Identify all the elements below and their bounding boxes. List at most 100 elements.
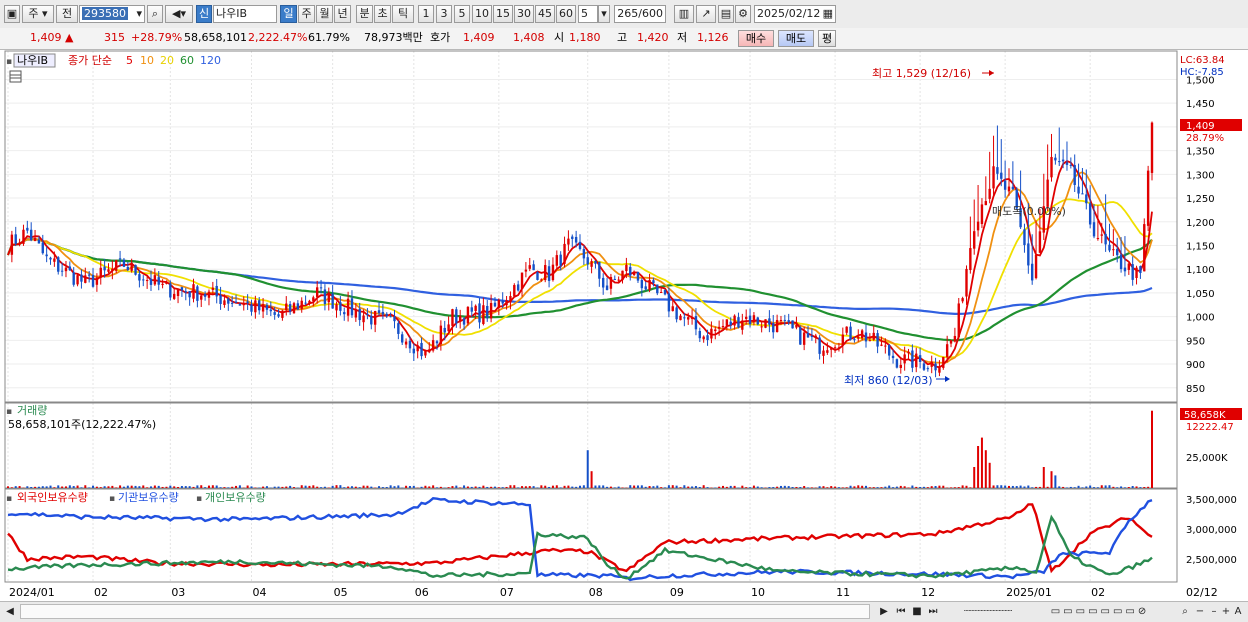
search-icon[interactable]: ⌕ — [147, 5, 163, 23]
volume-bar — [533, 486, 535, 488]
period-day[interactable]: 일 — [280, 5, 297, 23]
stock-chart[interactable]: 1,5001,4501,4001,3501,3001,2501,2001,150… — [4, 50, 1248, 602]
line-icon[interactable]: – — [1208, 604, 1220, 619]
scroll-track[interactable] — [20, 604, 870, 619]
interval-1[interactable]: 1 — [418, 5, 434, 23]
sell-button[interactable]: 매도 — [778, 30, 814, 47]
candle-body — [1135, 268, 1137, 278]
stock-name-field[interactable]: 나우IB — [213, 5, 277, 23]
scrollbar[interactable]: ◀ ▶ ⏮ ■ ⏭ ┈┈┈┈┈┈┈┈ ▭▭▭▭▭▭▭⊘ ⌕ − – + A — [0, 601, 1248, 622]
scroll-right-icon[interactable]: ▶ — [878, 604, 890, 619]
text-a-icon[interactable]: A — [1232, 604, 1244, 619]
volume-bar — [529, 486, 531, 488]
save-icon[interactable]: ▤ — [718, 5, 734, 23]
stop-icon[interactable]: ■ — [910, 604, 924, 619]
date-field[interactable]: 2025/02/12▦ — [754, 5, 836, 23]
interval-dropdown-icon[interactable]: ▾ — [598, 5, 610, 23]
volume-last: 58,658K — [1184, 410, 1226, 421]
candle-body — [981, 204, 983, 224]
candle-body — [873, 333, 875, 340]
screen-icon[interactable]: ▣ — [4, 5, 20, 23]
price-tick-label: 1,150 — [1186, 241, 1215, 252]
volume-bar — [807, 487, 809, 488]
candle-body — [1093, 222, 1095, 236]
candle-body — [1004, 181, 1006, 190]
interval-input[interactable]: 5 — [578, 5, 598, 23]
interval-3[interactable]: 3 — [436, 5, 452, 23]
volume-bar — [981, 438, 983, 488]
x-axis-label: 03 — [171, 586, 185, 599]
volume-bar — [587, 450, 589, 488]
period-second[interactable]: 초 — [374, 5, 391, 23]
candle-body — [216, 286, 218, 296]
minus-icon[interactable]: − — [1194, 604, 1206, 619]
candle-body — [996, 167, 998, 174]
candle-body — [88, 275, 90, 276]
candle-body — [335, 304, 337, 310]
first-icon[interactable]: ⏮ — [894, 604, 908, 619]
scroll-left-icon[interactable]: ◀ — [4, 604, 16, 619]
volume-bar — [227, 487, 229, 488]
tool-icons[interactable]: ▭▭▭▭▭▭▭⊘ — [1030, 604, 1170, 619]
candle-body — [540, 279, 542, 280]
period-tick[interactable]: 틱 — [392, 5, 414, 23]
candle-body — [695, 316, 697, 329]
candle-body — [838, 347, 840, 348]
volume-bar — [42, 486, 44, 488]
high-price: 1,420 — [637, 28, 669, 48]
volume-bar — [1132, 486, 1134, 488]
volume-bar — [780, 486, 782, 488]
candle-body — [915, 354, 917, 368]
volume-bar — [857, 485, 859, 488]
period-week[interactable]: 주 — [298, 5, 315, 23]
interval-30[interactable]: 30 — [514, 5, 534, 23]
candle-icon[interactable]: ▥ — [674, 5, 694, 23]
x-axis-label: 11 — [836, 586, 850, 599]
interval-15[interactable]: 15 — [493, 5, 513, 23]
interval-5[interactable]: 5 — [454, 5, 470, 23]
speaker-icon[interactable]: ◀▾ — [165, 5, 193, 23]
candle-body — [745, 317, 747, 319]
volume-bar — [26, 486, 28, 488]
zoom-icon[interactable]: ⌕ — [1178, 604, 1192, 619]
stock-code-input[interactable]: 293580▾ — [79, 5, 145, 23]
volume-bar — [884, 487, 886, 488]
new-badge[interactable]: 신 — [196, 5, 212, 23]
volume-bar — [1031, 487, 1033, 488]
last-icon[interactable]: ⏭ — [926, 604, 940, 619]
count-field[interactable]: 265/600 — [614, 5, 666, 23]
type2-select[interactable]: 전 — [56, 5, 78, 23]
ma10-label: 10 — [140, 54, 154, 67]
candle-body — [30, 230, 32, 240]
zoom-slider[interactable]: ┈┈┈┈┈┈┈┈ — [948, 604, 1028, 619]
x-axis-label: 02 — [94, 586, 108, 599]
volume-bar — [359, 487, 361, 488]
plus-icon[interactable]: + — [1220, 604, 1232, 619]
volume-bar — [722, 486, 724, 488]
gear-icon[interactable]: ⚙ — [735, 5, 751, 23]
buy-button[interactable]: 매수 — [738, 30, 774, 47]
volume-bar — [888, 486, 890, 488]
volume-bar — [301, 485, 303, 488]
period-year[interactable]: 년 — [334, 5, 351, 23]
candle-body — [903, 354, 905, 363]
volume-bar — [1070, 487, 1072, 488]
period-minute[interactable]: 분 — [356, 5, 373, 23]
x-axis-label: 06 — [415, 586, 429, 599]
candle-body — [266, 305, 268, 310]
volume-bar — [336, 485, 338, 488]
interval-60[interactable]: 60 — [556, 5, 576, 23]
chart-area[interactable]: 1,5001,4501,4001,3501,3001,2501,2001,150… — [4, 50, 1248, 602]
candle-body — [96, 277, 98, 284]
volume-bar — [606, 487, 608, 488]
volume-bar — [347, 487, 349, 488]
flat-button[interactable]: 평 — [818, 30, 836, 47]
volume-bar — [370, 487, 372, 488]
tool-icon[interactable]: ↗ — [696, 5, 716, 23]
volume-bar — [173, 486, 175, 488]
type1-select[interactable]: 주 ▾ — [22, 5, 54, 23]
volume-bar — [53, 487, 55, 488]
interval-45[interactable]: 45 — [535, 5, 555, 23]
interval-10[interactable]: 10 — [472, 5, 492, 23]
period-month[interactable]: 월 — [316, 5, 333, 23]
